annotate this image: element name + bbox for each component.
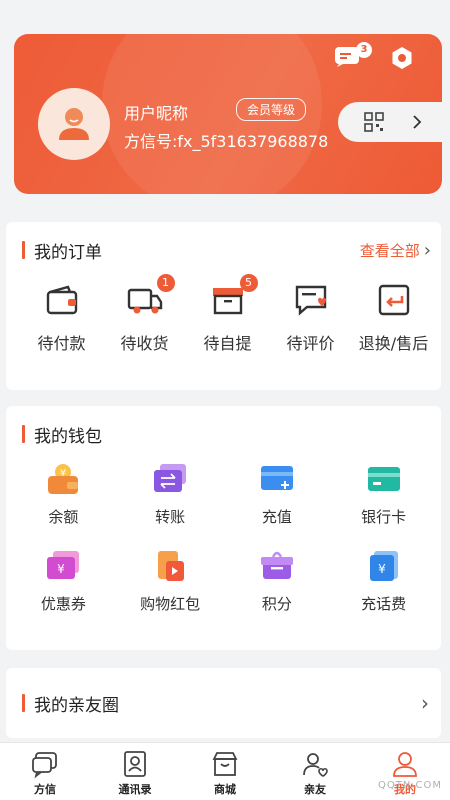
- my-orders-title: 我的订单: [34, 242, 102, 263]
- nav-label: 亲友: [304, 783, 326, 796]
- wallet-label: 充话费: [361, 595, 407, 613]
- chevron-right-icon: [413, 115, 422, 129]
- my-orders-card: 我的订单 查看全部 › 待付款 1 待收货 5 待自提 待评价 退换/售后: [6, 222, 441, 390]
- wallet-recharge[interactable]: 充值: [224, 462, 331, 527]
- avatar-person-icon: [59, 108, 89, 140]
- wallet-label: 转账: [155, 508, 186, 526]
- wallet-bank-card[interactable]: 银行卡: [330, 462, 437, 527]
- chevron-right-icon: ›: [423, 239, 431, 261]
- nav-label: 商城: [214, 783, 236, 796]
- transfer-icon: [154, 464, 187, 492]
- wallet-label: 充值: [261, 508, 292, 526]
- friends-icon: [303, 753, 328, 777]
- wallet-icon: [46, 285, 77, 315]
- view-all-orders-link[interactable]: 查看全部 ›: [360, 240, 431, 261]
- nav-item-fangxin[interactable]: 方信: [0, 743, 90, 800]
- wallet-coupon[interactable]: ¥ 优惠券: [10, 549, 117, 614]
- review-icon: [295, 285, 326, 316]
- wallet-transfer[interactable]: 转账: [117, 462, 224, 527]
- profile-card: 用户昵称 会员等级 方信号:fx_5f31637968878 3: [14, 34, 442, 194]
- wallet-label: 余额: [48, 508, 79, 526]
- bank-card-icon: [367, 467, 400, 491]
- order-count-badge: 5: [239, 274, 258, 292]
- message-count-badge: 3: [356, 42, 372, 58]
- title-accent-bar: [22, 425, 25, 443]
- order-return-aftersale[interactable]: 退换/售后: [352, 280, 435, 354]
- wallet-label: 积分: [261, 595, 292, 613]
- wallet-label: 银行卡: [361, 508, 407, 526]
- watermark: QQTN.COM: [378, 780, 442, 791]
- my-wallet-title: 我的钱包: [34, 426, 102, 447]
- qr-code-icon: [364, 112, 384, 132]
- chevron-right-icon[interactable]: ›: [421, 691, 429, 715]
- settings-icon: [392, 47, 412, 69]
- my-wallet-card: 我的钱包 ¥ 余额 转账 充值 银行卡 ¥ 优惠券 购物红包 积分 ¥ 充话费: [6, 406, 441, 650]
- nav-item-friends[interactable]: 亲友: [270, 743, 360, 800]
- order-awaiting-receipt[interactable]: 1 待收货: [103, 274, 186, 354]
- store-icon: [212, 752, 238, 776]
- order-pending-review[interactable]: 待评价: [269, 280, 352, 354]
- account-id: 方信号:fx_5f31637968878: [124, 132, 329, 151]
- red-packet-icon: [158, 551, 185, 581]
- nav-item-mine[interactable]: 我的: [360, 743, 450, 800]
- order-label: 待自提: [203, 334, 252, 353]
- qr-code-tab[interactable]: [338, 102, 442, 142]
- bottom-nav: 方信 通讯录 商城 亲友 我的: [0, 742, 450, 800]
- chat-icon: [32, 752, 57, 779]
- my-friends-circle-card[interactable]: 我的亲友圈 ›: [6, 668, 441, 738]
- my-friends-circle-title: 我的亲友圈: [34, 695, 119, 716]
- balance-icon: ¥: [48, 464, 79, 494]
- order-label: 待评价: [286, 334, 335, 353]
- nav-label: 方信: [34, 783, 56, 796]
- svg-text:¥: ¥: [58, 562, 66, 576]
- user-nickname[interactable]: 用户昵称: [124, 100, 188, 124]
- order-label: 退换/售后: [358, 334, 429, 353]
- svg-text:¥: ¥: [378, 562, 386, 576]
- wallet-balance[interactable]: ¥ 余额: [10, 462, 117, 527]
- wallet-label: 购物红包: [140, 595, 201, 613]
- order-label: 待收货: [120, 334, 169, 353]
- wallet-points[interactable]: 积分: [224, 549, 331, 614]
- title-accent-bar: [22, 694, 25, 712]
- nav-item-store[interactable]: 商城: [180, 743, 270, 800]
- order-count-badge: 1: [156, 274, 175, 292]
- wallet-phone-bill[interactable]: ¥ 充话费: [330, 549, 437, 614]
- view-all-label: 查看全部: [359, 241, 420, 260]
- coupon-icon: ¥: [47, 551, 80, 579]
- contacts-icon: [124, 751, 146, 777]
- return-icon: [378, 284, 409, 316]
- order-self-pickup[interactable]: 5 待自提: [186, 274, 269, 354]
- points-icon: [260, 551, 293, 579]
- messages-button[interactable]: 3: [334, 42, 372, 74]
- order-pending-payment[interactable]: 待付款: [20, 280, 103, 354]
- nav-item-contacts[interactable]: 通讯录: [90, 743, 180, 800]
- recharge-icon: [260, 466, 293, 490]
- wallet-red-packet[interactable]: 购物红包: [117, 549, 224, 614]
- title-accent-bar: [22, 241, 25, 259]
- member-level-badge[interactable]: 会员等级: [236, 98, 307, 121]
- settings-button[interactable]: [390, 46, 418, 74]
- profile-icon: [393, 752, 417, 777]
- nav-label: 通讯录: [118, 783, 152, 796]
- avatar[interactable]: [38, 88, 110, 160]
- phone-bill-icon: ¥: [369, 551, 398, 581]
- wallet-label: 优惠券: [40, 595, 86, 613]
- order-label: 待付款: [37, 334, 86, 353]
